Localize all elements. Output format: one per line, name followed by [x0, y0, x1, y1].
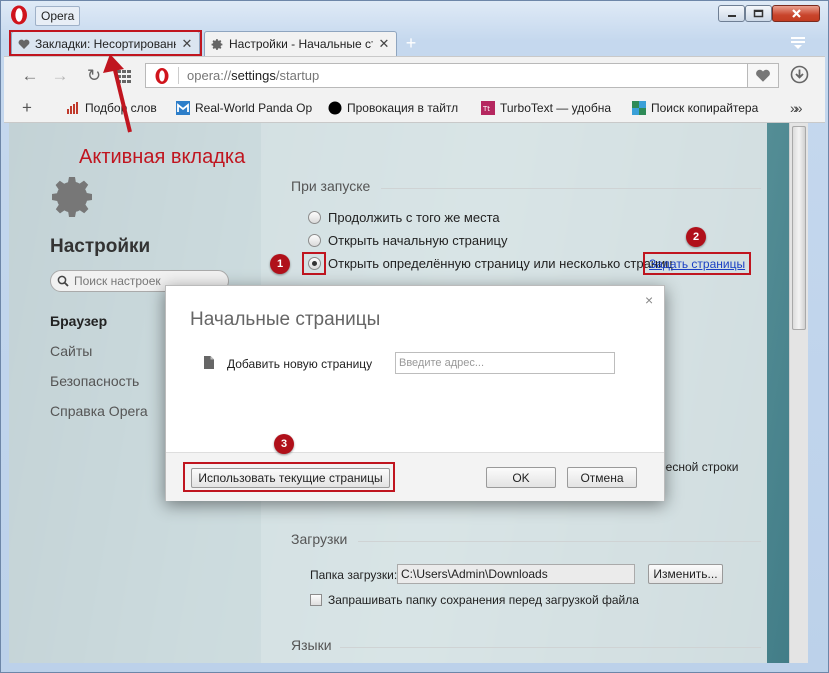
step-badge-2: 2 [686, 227, 706, 247]
sidebar-item-security[interactable]: Безопасность [50, 373, 139, 389]
tab-close-icon[interactable]: ✕ [378, 36, 390, 52]
maximize-button[interactable] [745, 5, 772, 22]
tt-logo-icon: Tt [481, 101, 495, 115]
m-logo-icon [176, 101, 190, 115]
url-scheme: opera:// [187, 68, 232, 83]
url-text[interactable]: opera://settings/startup [187, 68, 319, 83]
checkbox[interactable] [310, 594, 322, 606]
cancel-button[interactable]: Отмена [567, 467, 637, 488]
bookmark-label: TurboText — удобна [500, 101, 612, 115]
step-badge-1: 1 [270, 254, 290, 274]
bookmark-item[interactable]: Провокация в тайтл [328, 101, 458, 115]
black-circle-icon [328, 101, 342, 115]
radio-button[interactable] [308, 234, 321, 247]
radio-label: Продолжить с того же места [328, 210, 500, 225]
close-icon [791, 9, 801, 18]
gear-icon [52, 177, 92, 217]
speed-dial-icon[interactable] [114, 66, 134, 86]
new-page-address-input[interactable] [395, 352, 615, 374]
section-title-startup: При запуске [291, 178, 371, 194]
reload-button[interactable]: ↻ [84, 66, 104, 86]
opera-logo-icon[interactable] [9, 4, 29, 26]
step-badge-3: 3 [274, 434, 294, 454]
bookmark-item[interactable]: Real-World Panda Op [176, 101, 312, 115]
grid-logo-icon [632, 101, 646, 115]
tab-settings[interactable]: Настройки - Начальные страницы ✕ [204, 31, 397, 56]
checkbox-label: Запрашивать папку сохранения перед загру… [328, 593, 639, 607]
bookmark-item[interactable]: Tt TurboText — удобна [481, 101, 611, 115]
bookmark-item[interactable]: Поиск копирайтера [632, 101, 758, 115]
gear-icon [211, 38, 223, 50]
sidebar-item-browser[interactable]: Браузер [50, 313, 107, 329]
back-button[interactable]: ← [20, 66, 40, 86]
active-tab-highlight [9, 30, 202, 56]
svg-text:Tt: Tt [482, 105, 490, 113]
search-icon [57, 275, 69, 287]
radio-button[interactable] [308, 211, 321, 224]
scrollbar-thumb[interactable] [792, 126, 806, 330]
radio-label: Открыть начальную страницу [328, 233, 508, 248]
bookmarks-more-button[interactable]: »» [790, 100, 802, 116]
tab-menu-icon[interactable] [790, 36, 806, 50]
radio-label: Открыть определённую страницу или нескол… [328, 256, 673, 271]
close-window-button[interactable] [772, 5, 820, 22]
minimize-icon [727, 14, 736, 17]
change-folder-button[interactable]: Изменить... [648, 564, 723, 584]
heart-icon [756, 69, 770, 82]
new-tab-button[interactable]: + [401, 34, 421, 52]
startup-option-specific-pages[interactable]: Открыть определённую страницу или нескол… [308, 256, 673, 271]
maximize-icon [753, 9, 764, 18]
page-title: Настройки [50, 236, 151, 257]
bookmark-label: Real-World Panda Op [195, 101, 313, 115]
document-icon [204, 356, 214, 369]
dialog-close-icon[interactable]: × [645, 292, 653, 308]
bookmark-label: Подбор слов [85, 101, 157, 115]
tab-label: Настройки - Начальные страницы [229, 37, 373, 51]
sidebar-item-sites[interactable]: Сайты [50, 343, 92, 359]
section-divider [340, 647, 761, 648]
address-bar-divider [178, 67, 179, 84]
url-path: /startup [275, 68, 320, 83]
dialog-title: Начальные страницы [190, 309, 381, 330]
opera-icon [155, 67, 169, 84]
ask-download-folder-option[interactable]: Запрашивать папку сохранения перед загру… [310, 593, 639, 607]
download-icon[interactable] [790, 65, 809, 84]
bookmark-item[interactable]: Подбор слов [66, 101, 157, 115]
bookmark-heart-button[interactable] [748, 63, 779, 88]
url-host: settings [231, 68, 276, 83]
section-divider [358, 541, 761, 542]
add-bookmark-button[interactable]: + [22, 98, 32, 118]
forward-button[interactable]: → [50, 66, 70, 86]
address-bar[interactable]: opera://settings/startup [145, 63, 748, 88]
download-folder-field[interactable] [397, 564, 635, 584]
minimize-button[interactable] [718, 5, 745, 22]
bookmark-label: Поиск копирайтера [651, 101, 759, 115]
bookmark-label: Провокация в тайтл [347, 101, 459, 115]
app-menu-button[interactable]: Opera [35, 6, 81, 26]
startup-option-continue[interactable]: Продолжить с того же места [308, 210, 500, 225]
section-title-downloads: Загрузки [291, 531, 348, 547]
sidebar-item-help[interactable]: Справка Opera [50, 403, 148, 419]
section-title-languages: Языки [291, 637, 332, 653]
highlight-radio [302, 252, 326, 275]
add-page-label: Добавить новую страницу [227, 357, 373, 371]
startup-option-start-page[interactable]: Открыть начальную страницу [308, 233, 508, 248]
highlight-use-current [183, 462, 395, 492]
active-tab-annotation: Активная вкладка [79, 146, 246, 168]
download-folder-label: Папка загрузки: [310, 568, 398, 582]
bar-chart-icon [67, 102, 78, 114]
ok-button[interactable]: OK [486, 467, 556, 488]
section-divider [381, 188, 761, 189]
highlight-set-pages [643, 252, 751, 275]
